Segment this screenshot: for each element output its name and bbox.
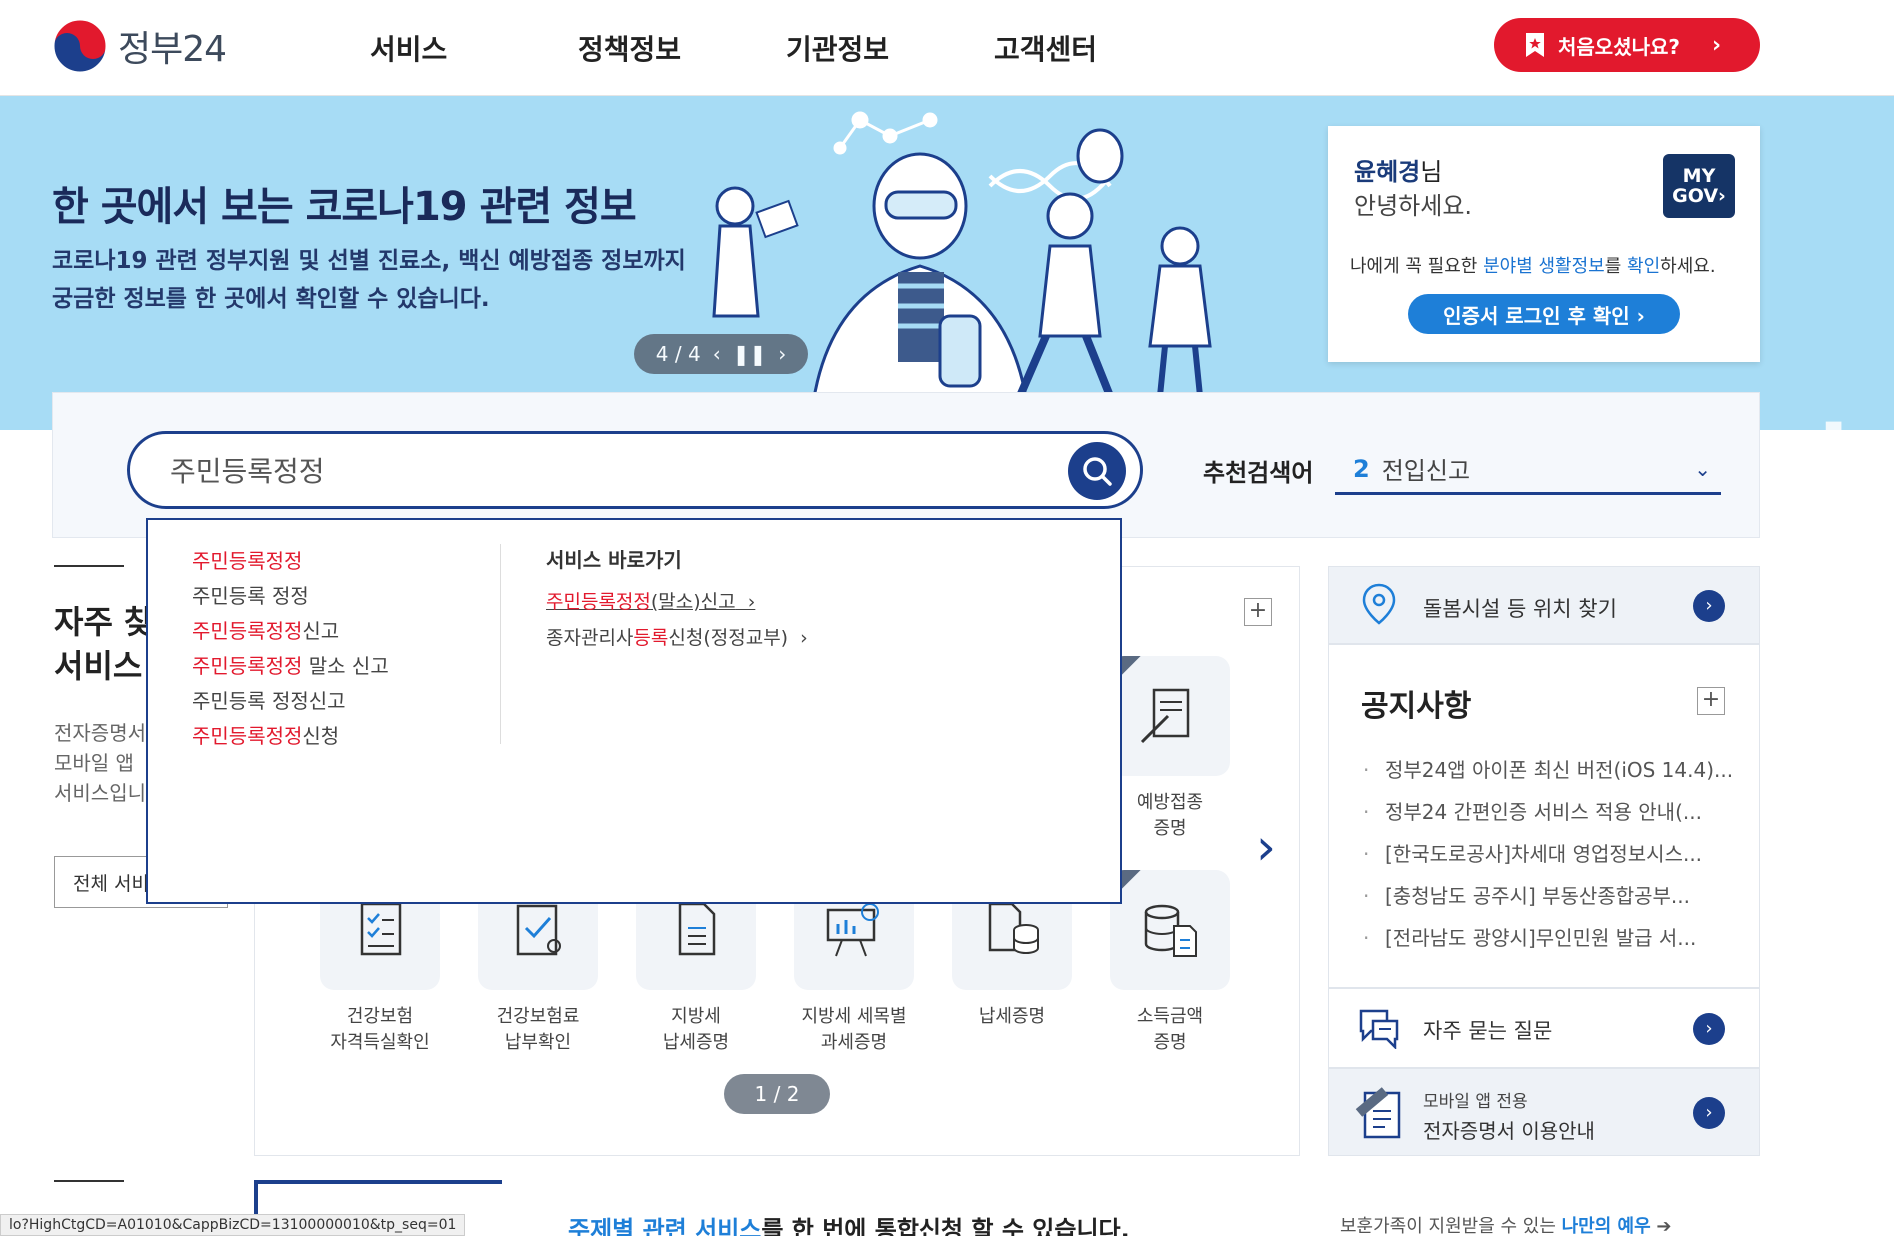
mobile-guide-line2: 전자증명서 이용안내	[1423, 1119, 1595, 1143]
more-notices-plus-icon[interactable]: +	[1697, 687, 1725, 715]
shortcut-list: 주민등록정정(말소)신고 › 종자관리사등록신청(정정교부) ›	[546, 584, 808, 656]
frequent-services-title: 자주 찾 서비스	[54, 603, 154, 685]
suggestion-list: 주민등록정정 주민등록 정정 주민등록정정신고 주민등록정정 말소 신고 주민등…	[192, 544, 389, 754]
prev-slide-icon[interactable]: ‹	[713, 342, 721, 366]
chevron-right-icon: ›	[788, 627, 808, 649]
notice-list: · 정부24앱 아이폰 최신 버전(iOS 14.4)... · 정부24 간편인증…	[1363, 749, 1733, 959]
arrow-right-icon: ›	[1693, 1097, 1725, 1129]
main-nav: 서비스 정책정보 기관정보 고객센터	[370, 28, 1202, 68]
chevron-right-icon: ›	[1712, 32, 1722, 58]
suggestion-item[interactable]: 주민등록 정정신고	[192, 684, 389, 719]
search-box[interactable]	[127, 431, 1143, 509]
service-item[interactable]: 소득금액 증명	[1106, 870, 1234, 1056]
mobile-certificate-guide[interactable]: 모바일 앱 전용 전자증명서 이용안내 ›	[1328, 1068, 1760, 1156]
faq-label: 자주 묻는 질문	[1423, 1019, 1553, 1043]
mobile-certificate-icon	[1355, 1087, 1401, 1139]
bottom-section-bar	[254, 1180, 502, 1184]
first-visit-label: 처음오셨나요?	[1558, 34, 1681, 59]
recommend-term: 전입신고	[1381, 457, 1471, 485]
circle-arrow-icon: ➔	[1656, 1216, 1672, 1236]
banner-description: 코로나19 관련 정부지원 및 선별 진료소, 백신 예방접종 정보까지 궁금한…	[52, 242, 686, 318]
chat-bubble-icon	[1359, 1009, 1399, 1049]
search-area: 추천검색어 2 전입신고 ⌄	[52, 392, 1760, 538]
vaccine-certificate-icon	[1110, 656, 1230, 776]
nav-agency[interactable]: 기관정보	[786, 28, 994, 68]
shortcut-link[interactable]: 종자관리사등록신청(정정교부) ›	[546, 620, 808, 656]
mygov-button[interactable]: MY GOV›	[1663, 154, 1735, 218]
suggestion-item[interactable]: 주민등록정정신청	[192, 719, 389, 754]
suggestion-item[interactable]: 주민등록정정	[192, 544, 389, 579]
next-slide-icon[interactable]: ›	[778, 342, 786, 366]
arrow-right-icon: ›	[1693, 1013, 1725, 1045]
shortcut-link[interactable]: 주민등록정정(말소)신고 ›	[546, 584, 808, 620]
user-greeting-name: 윤혜경님	[1354, 158, 1443, 186]
income-database-icon	[1110, 870, 1230, 990]
recommend-keyword-select[interactable]: 2 전입신고 ⌄	[1335, 445, 1721, 495]
veterans-benefit-link[interactable]: 보훈가족이 지원받을 수 있는 나만의 예우 ➔	[1340, 1212, 1672, 1236]
bookmark-icon	[1526, 33, 1544, 57]
nav-policy[interactable]: 정책정보	[578, 28, 786, 68]
location-pin-icon	[1362, 583, 1396, 625]
suggestion-item[interactable]: 주민등록 정정	[192, 579, 389, 614]
first-visit-button[interactable]: 처음오셨나요? ›	[1494, 18, 1760, 72]
shortcut-title: 서비스 바로가기	[546, 548, 682, 572]
chevron-right-icon: ›	[735, 591, 756, 613]
notice-item[interactable]: · 정부24앱 아이폰 최신 버전(iOS 14.4)...	[1363, 749, 1733, 791]
services-pager[interactable]: 1 / 2	[724, 1074, 830, 1114]
faq-link[interactable]: 자주 묻는 질문 ›	[1328, 988, 1760, 1068]
status-bar-url: lo?HighCtgCD=A01010&CappBizCD=1310000001…	[0, 1214, 466, 1236]
mobile-guide-line1: 모바일 앱 전용	[1423, 1092, 1528, 1112]
mygov-info-text: 나에게 꼭 필요한 분야별 생활정보를 확인하세요.	[1350, 256, 1716, 277]
location-finder[interactable]: 돌봄시설 등 위치 찾기 ›	[1328, 566, 1760, 644]
location-finder-label: 돌봄시설 등 위치 찾기	[1423, 597, 1617, 621]
section-rule	[54, 565, 124, 567]
covid-info-illustration	[712, 111, 1212, 430]
dropdown-divider	[500, 544, 501, 744]
logo[interactable]: 정부24	[52, 18, 227, 74]
suggestion-item[interactable]: 주민등록정정신고	[192, 614, 389, 649]
integrated-application-text: 주제별 관련 서비스를 한 번에 통합신청 할 수 있습니다.	[568, 1216, 1130, 1236]
header: 정부24 서비스 정책정보 기관정보 고객센터 처음오셨나요? ›	[0, 0, 1894, 96]
pause-icon[interactable]: ❚❚	[733, 342, 767, 366]
services-next-arrow-icon[interactable]: ›	[1256, 818, 1276, 876]
recommend-label: 추천검색어	[1203, 459, 1314, 487]
government-emblem-icon	[53, 19, 107, 73]
suggestion-item[interactable]: 주민등록정정 말소 신고	[192, 649, 389, 684]
notice-board: 공지사항 + · 정부24앱 아이폰 최신 버전(iOS 14.4)... · 정부…	[1328, 644, 1760, 988]
banner-desc-line2: 궁금한 정보를 한 곳에서 확인할 수 있습니다.	[52, 286, 490, 312]
slide-counter: 4 / 4	[655, 342, 701, 366]
mygov-card: 윤혜경님 안녕하세요. MY GOV› 나에게 꼭 필요한 분야별 생활정보를 확…	[1328, 126, 1760, 362]
notice-item[interactable]: · 정부24 간편인증 서비스 적용 안내(...	[1363, 791, 1733, 833]
search-input[interactable]	[170, 448, 1050, 492]
notice-item[interactable]: · [전라남도 광양시]무인민원 발급 서...	[1363, 917, 1733, 959]
more-services-plus-icon[interactable]: +	[1244, 598, 1272, 626]
search-autocomplete-dropdown: 주민등록정정 주민등록 정정 주민등록정정신고 주민등록정정 말소 신고 주민등…	[146, 518, 1122, 904]
banner-desc-line1: 코로나19 관련 정부지원 및 선별 진료소, 백신 예방접종 정보까지	[52, 248, 686, 274]
logo-text: 정부24	[118, 29, 227, 70]
chevron-down-icon: ⌄	[1694, 456, 1711, 481]
notice-title: 공지사항	[1361, 689, 1472, 724]
frequent-services-desc: 전자증명서 모바일 앱 서비스입니	[54, 721, 146, 805]
banner-slider-control[interactable]: 4 / 4 ‹ ❚❚ ›	[634, 334, 808, 374]
nav-services[interactable]: 서비스	[370, 28, 578, 68]
arrow-right-icon: ›	[1693, 590, 1725, 622]
notice-item[interactable]: · [충청남도 공주시] 부동산종합공부...	[1363, 875, 1733, 917]
user-greeting: 안녕하세요.	[1354, 192, 1473, 220]
banner-title: 한 곳에서 보는 코로나19 관련 정보	[52, 184, 637, 230]
section-rule	[54, 1180, 124, 1182]
search-icon	[1083, 457, 1112, 486]
notice-item[interactable]: · [한국도로공사]차세대 영업정보시스...	[1363, 833, 1733, 875]
decorative-plus-icon: ✚	[1800, 406, 1867, 430]
certificate-login-button[interactable]: 인증서 로그인 후 확인 ›	[1408, 294, 1680, 334]
recommend-rank: 2	[1353, 454, 1370, 483]
service-item[interactable]: 예방접종 증명	[1106, 656, 1234, 842]
nav-customer-center[interactable]: 고객센터	[994, 28, 1202, 68]
search-button[interactable]	[1068, 442, 1126, 500]
